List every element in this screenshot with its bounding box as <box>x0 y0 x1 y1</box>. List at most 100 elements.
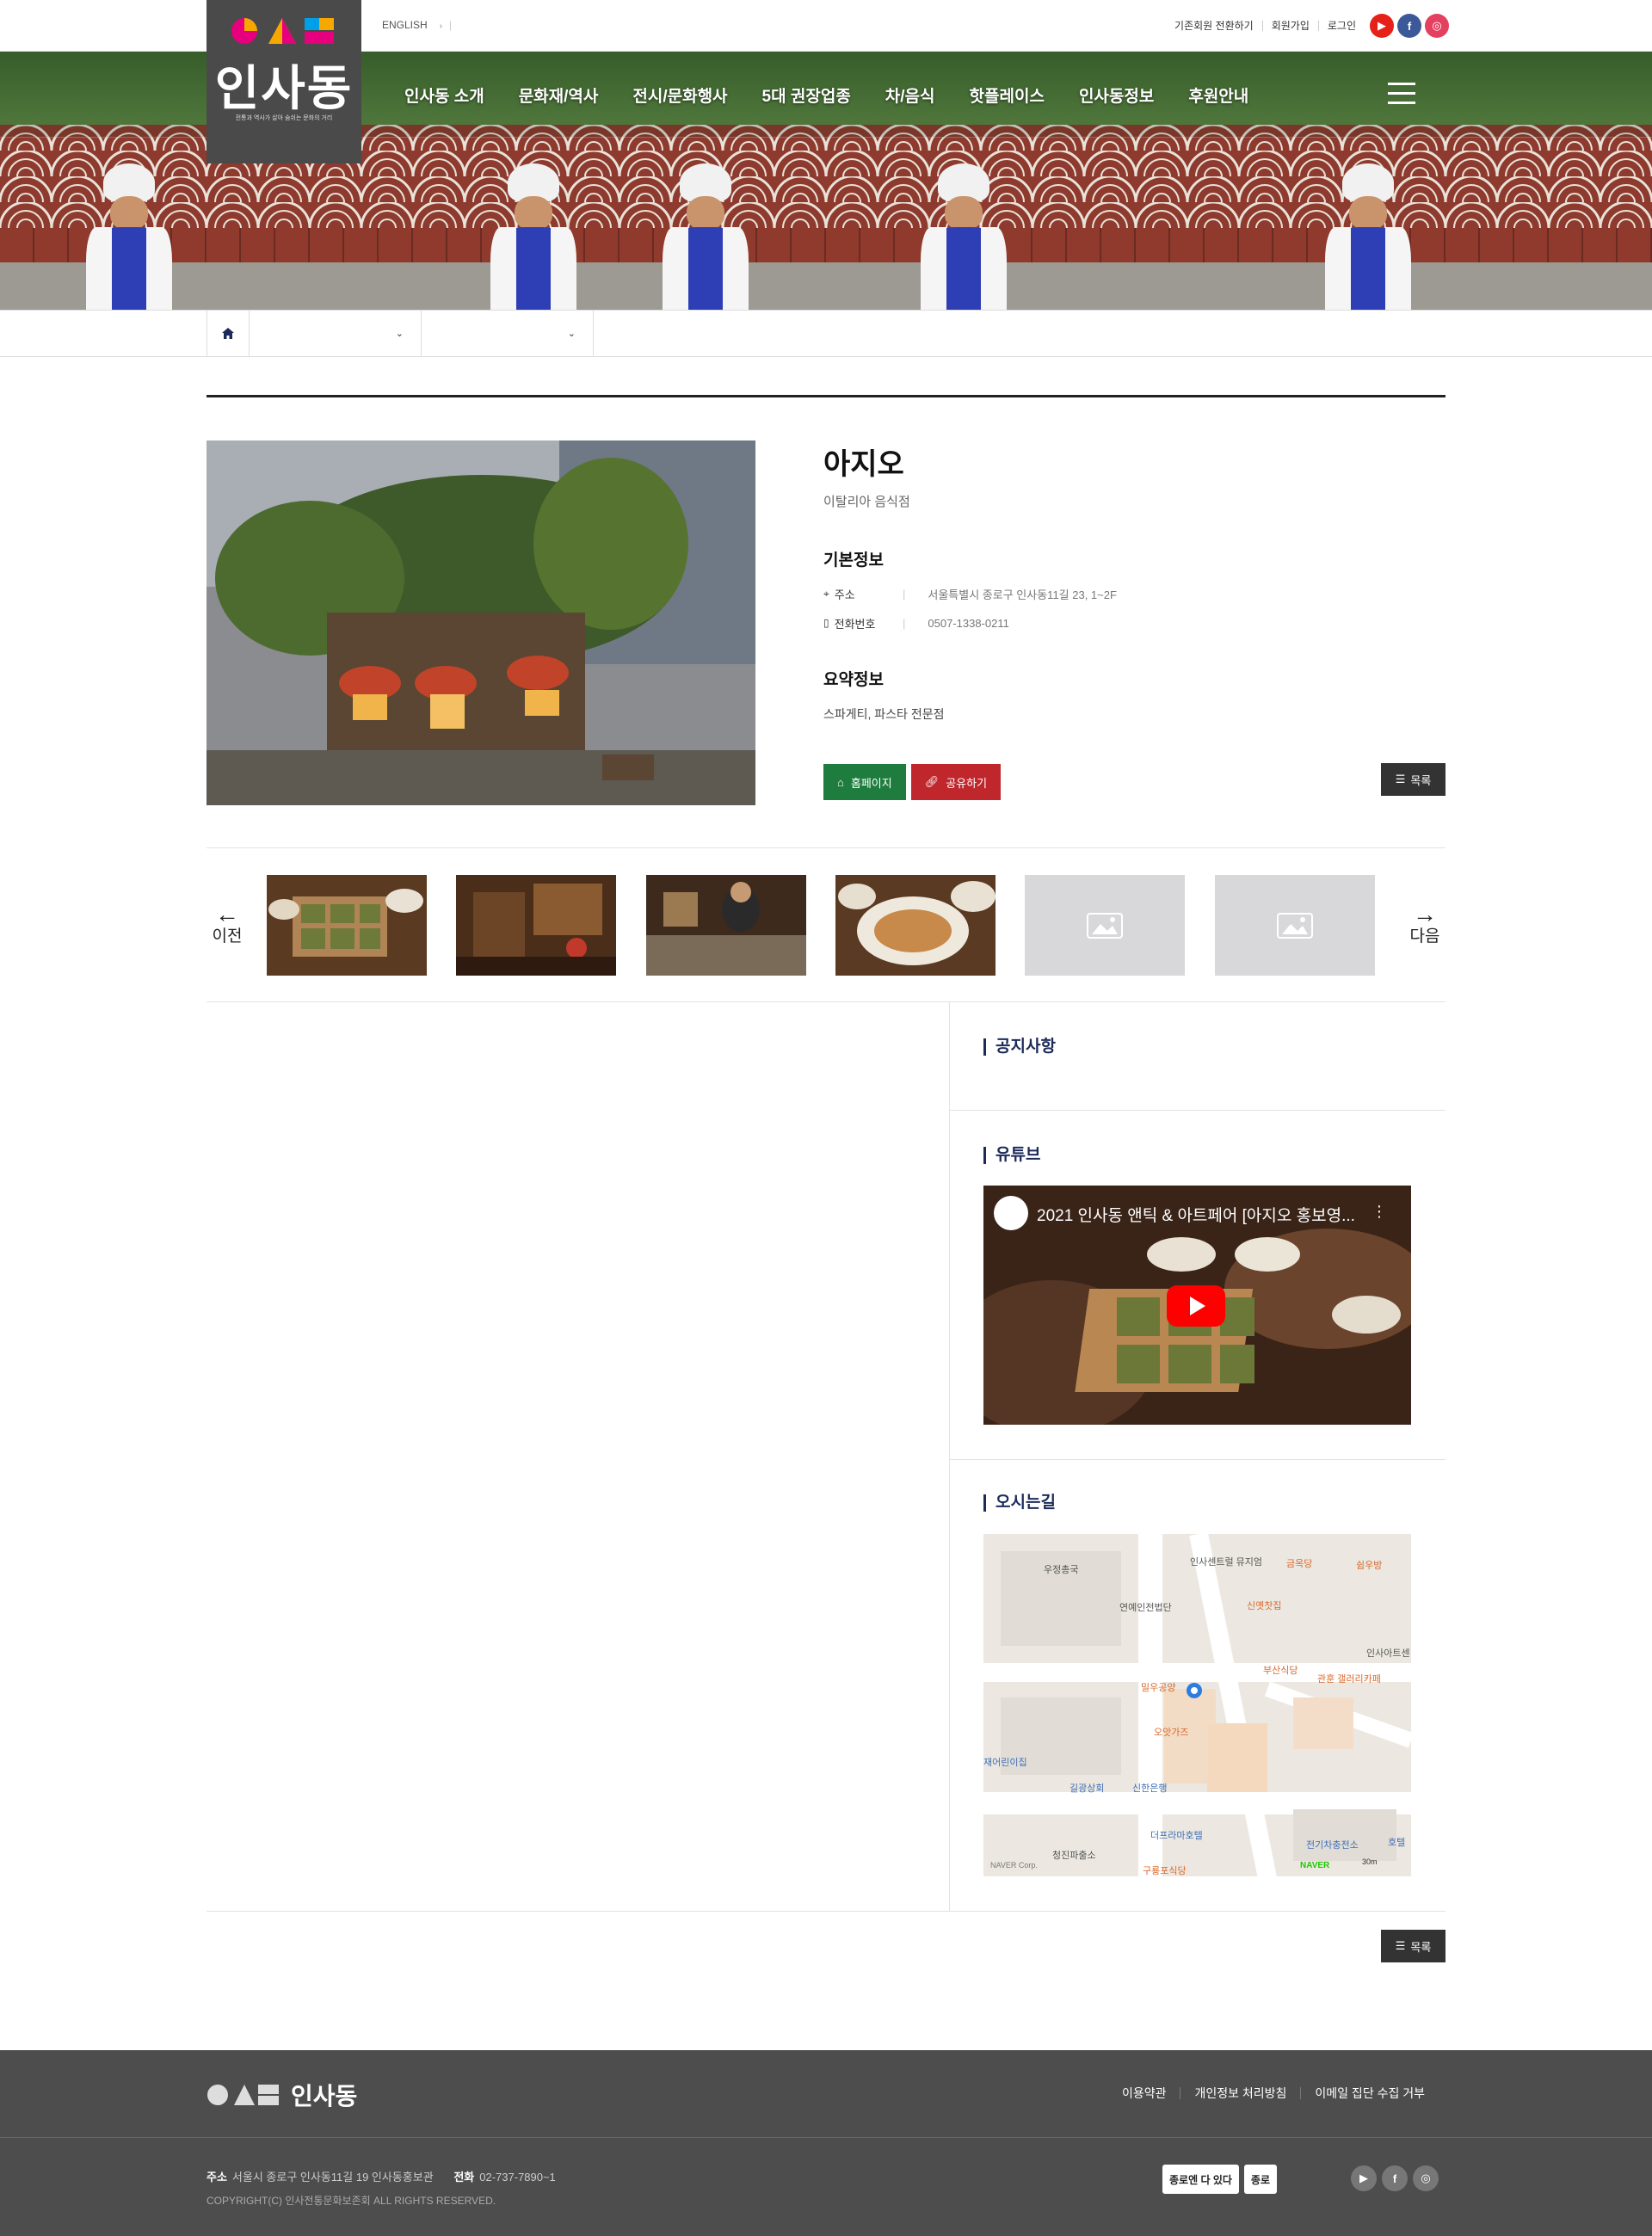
place-category: 이탈리아 음식점 <box>823 495 910 509</box>
arrow-right-icon: → <box>1413 901 1437 927</box>
divider: | <box>449 19 453 31</box>
nav-item-support[interactable]: 후원안내 <box>1171 83 1266 107</box>
facebook-icon[interactable]: f <box>1397 14 1421 38</box>
terms-link[interactable]: 이용약관 <box>1108 2087 1180 2099</box>
map-label: 인사아트센 <box>1366 1648 1410 1659</box>
main-nav: 인사동 소개 문화재/역사 전시/문화행사 5대 권장업종 차/음식 핫플레이스… <box>387 52 1266 138</box>
list-button-label: 목록 <box>1410 1940 1432 1954</box>
image-placeholder-icon <box>1277 912 1313 939</box>
divider: | <box>903 587 906 601</box>
divider: | <box>903 616 906 630</box>
gallery-next-button[interactable]: → 다음 <box>1404 901 1446 946</box>
homepage-button[interactable]: ⌂ 홈페이지 <box>823 764 906 800</box>
divider <box>206 395 1446 397</box>
summary-text: 스파게티, 파스타 전문점 <box>823 707 945 721</box>
address-row: ⌖ 주소 | 서울특별시 종로구 인사동11길 23, 1~2F <box>823 579 1446 608</box>
gallery-thumb[interactable] <box>835 875 996 976</box>
gallery-thumb[interactable] <box>646 875 806 976</box>
footer-links: 이용약관 개인정보 처리방침 이메일 집단 수집 거부 <box>1108 2087 1439 2099</box>
nav-item-heritage[interactable]: 문화재/역사 <box>502 83 616 107</box>
phone-row: ▯ 전화번호 | 0507-1338-0211 <box>823 608 1446 638</box>
map-label: 전기차충전소 <box>1306 1840 1359 1851</box>
menu-icon[interactable] <box>1388 83 1415 105</box>
divider <box>950 1459 1446 1460</box>
place-main-photo <box>206 440 755 805</box>
header: 인사동 전통과 역사가 살아 숨쉬는 문화의 거리 ENGLISH › | 기존회원… <box>0 0 1652 310</box>
performer-figure <box>1316 163 1420 310</box>
play-button[interactable] <box>1167 1285 1225 1327</box>
language-label[interactable]: ENGLISH <box>382 19 428 31</box>
logo-mark-icon <box>231 18 334 44</box>
map-label: 우정총국 <box>1044 1565 1079 1575</box>
nav-item-info[interactable]: 인사동정보 <box>1062 83 1171 107</box>
divider <box>206 847 1446 848</box>
nav-item-business[interactable]: 5대 권장업종 <box>745 83 868 107</box>
map-label: 호텔 <box>1388 1838 1406 1848</box>
list-button-label: 목록 <box>1410 773 1432 787</box>
footer: 인사동 이용약관 개인정보 처리방침 이메일 집단 수집 거부 주소 서울시 종로… <box>0 2050 1652 2236</box>
map-label: 길광상회 <box>1069 1783 1105 1794</box>
footer-badges: 종로엔 다 있다 종로 <box>1162 2165 1278 2194</box>
home-icon[interactable] <box>206 311 250 356</box>
performer-figure <box>912 163 1015 310</box>
notice-title: 공지사항 <box>983 1038 1056 1056</box>
nav-item-hotplace[interactable]: 핫플레이스 <box>952 83 1062 107</box>
gallery-prev-button[interactable]: ← 이전 <box>206 902 248 946</box>
place-actions: ⌂ 홈페이지 🔗︎ 공유하기 <box>823 764 1002 800</box>
member-convert-link[interactable]: 기존회원 전환하기 <box>1166 21 1263 31</box>
youtube-title: 유튜브 <box>983 1147 1040 1164</box>
image-placeholder-icon <box>1087 912 1123 939</box>
more-options-icon[interactable]: ⋮ <box>1372 1203 1387 1221</box>
map-title: 오시는길 <box>983 1494 1056 1512</box>
nav-item-exhibition[interactable]: 전시/문화행사 <box>615 83 744 107</box>
instagram-icon[interactable]: ◎ <box>1413 2165 1439 2191</box>
location-map[interactable]: 우정총국 인사센트럴 뮤지엄 금옥당 쉼우방 연예인전법단 신옛찻집 인사아트센… <box>983 1534 1411 1876</box>
youtube-icon[interactable]: ▶ <box>1370 14 1394 38</box>
performer-figure <box>77 163 181 310</box>
nav-item-intro[interactable]: 인사동 소개 <box>387 83 502 107</box>
gallery-thumb-placeholder[interactable] <box>1215 875 1375 976</box>
divider <box>206 1001 1446 1002</box>
login-link[interactable]: 로그인 <box>1319 21 1365 31</box>
breadcrumb-select-depth2[interactable]: ⌄ <box>422 311 594 356</box>
breadcrumb-select-depth1[interactable]: ⌄ <box>250 311 422 356</box>
privacy-link[interactable]: 개인정보 처리방침 <box>1180 2087 1300 2099</box>
copyright: COPYRIGHT(C) 인사전통문화보존회 ALL RIGHTS RESERV… <box>206 2195 496 2207</box>
gallery-thumb[interactable] <box>456 875 616 976</box>
chevron-right-icon: › <box>439 22 443 31</box>
share-button-label: 공유하기 <box>946 776 988 790</box>
social-links: ▶ f ◎ <box>1370 14 1449 38</box>
gallery-next-label: 다음 <box>1409 927 1440 946</box>
gallery-thumb-placeholder[interactable] <box>1025 875 1185 976</box>
jongno-badge[interactable]: 종로엔 다 있다 <box>1162 2165 1239 2194</box>
footer-logo[interactable]: 인사동 <box>206 2079 357 2110</box>
map-label: 관훈 갤러리카페 <box>1317 1674 1381 1685</box>
phone-icon: ▯ <box>823 617 829 629</box>
map-base <box>983 1534 1411 1876</box>
site-logo[interactable]: 인사동 전통과 역사가 살아 숨쉬는 문화의 거리 <box>206 0 361 163</box>
list-button[interactable]: ☰ 목록 <box>1381 763 1446 796</box>
address-label: 주소 <box>834 588 855 601</box>
list-icon: ☰ <box>1395 773 1406 785</box>
gallery-thumb[interactable] <box>267 875 427 976</box>
facebook-icon[interactable]: f <box>1382 2165 1408 2191</box>
signup-link[interactable]: 회원가입 <box>1263 21 1319 31</box>
phone-label: 전화 <box>453 2171 475 2184</box>
youtube-video-embed[interactable]: 2021 인사동 앤틱 & 아트페어 [아지오 홍보영... ⋮ <box>983 1186 1411 1425</box>
list-button-bottom[interactable]: ☰ 목록 <box>1381 1930 1446 1962</box>
summary-title: 요약정보 <box>823 671 884 689</box>
map-label: 인사센트럴 뮤지엄 <box>1190 1557 1263 1568</box>
email-refusal-link[interactable]: 이메일 집단 수집 거부 <box>1300 2087 1439 2099</box>
utility-links: 기존회원 전환하기 회원가입 로그인 ▶ f ◎ <box>1156 0 1449 52</box>
share-button[interactable]: 🔗︎ 공유하기 <box>910 764 1002 800</box>
nav-item-food[interactable]: 차/음식 <box>868 83 952 107</box>
jongno-city-badge[interactable]: 종로 <box>1243 2165 1278 2194</box>
instagram-icon[interactable]: ◎ <box>1425 14 1449 38</box>
map-label: 청진파출소 <box>1052 1851 1096 1861</box>
youtube-icon[interactable]: ▶ <box>1351 2165 1377 2191</box>
footer-social-links: ▶ f ◎ <box>1351 2165 1439 2191</box>
video-title[interactable]: 2021 인사동 앤틱 & 아트페어 [아지오 홍보영... <box>1037 1203 1364 1226</box>
channel-avatar[interactable] <box>994 1196 1028 1230</box>
language-switch[interactable]: ENGLISH › | <box>382 19 452 31</box>
chevron-down-icon: ⌄ <box>567 329 576 339</box>
